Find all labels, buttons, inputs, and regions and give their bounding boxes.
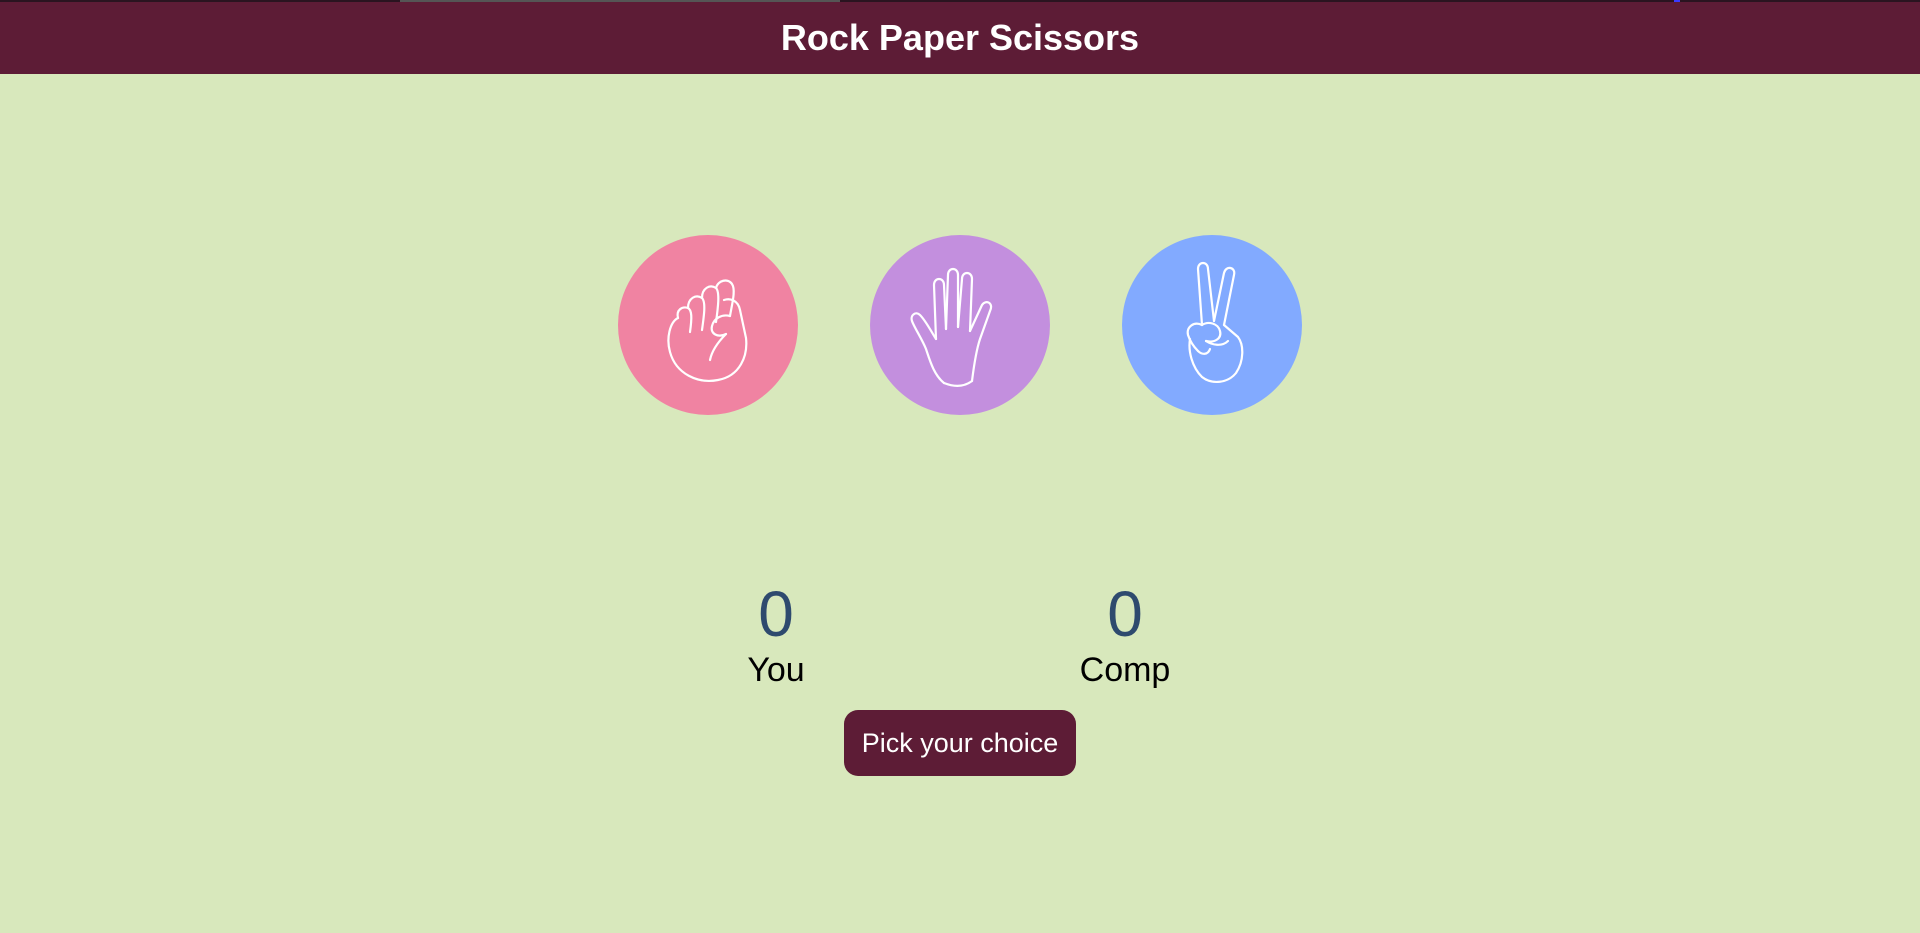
comp-score: 0	[1107, 578, 1143, 650]
choices-container	[0, 235, 1920, 415]
app-header: Rock Paper Scissors	[0, 2, 1920, 74]
page-title: Rock Paper Scissors	[780, 17, 1140, 58]
open-hand-icon	[910, 267, 993, 387]
choice-rock[interactable]	[618, 235, 798, 415]
user-score-label: You	[747, 651, 805, 689]
comp-score-label: Comp	[1079, 651, 1171, 689]
user-score-block: 0 You	[676, 578, 876, 690]
choice-paper[interactable]	[870, 235, 1050, 415]
fist-hand-icon	[667, 279, 748, 382]
comp-score-block: 0 Comp	[1025, 578, 1225, 690]
choice-scissors[interactable]	[1122, 235, 1302, 415]
status-message: Pick your choice	[844, 710, 1076, 776]
peace-sign-hand-icon	[1186, 261, 1244, 383]
user-score: 0	[758, 578, 794, 650]
